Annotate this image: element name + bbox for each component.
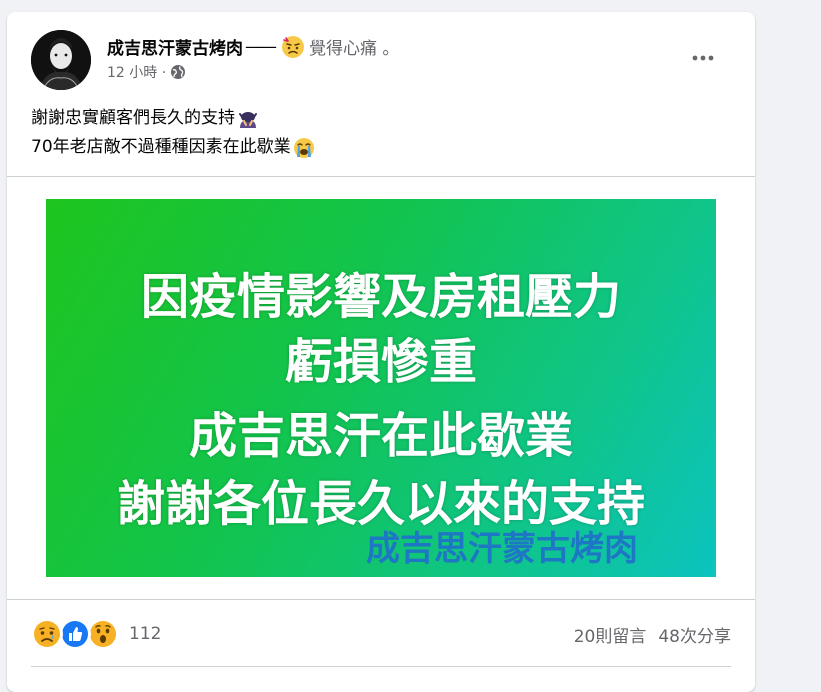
post-image[interactable]: 因疫情影響及房租壓力 虧損慘重 成吉思汗在此歇業 謝謝各位長久以來的支持 成吉思… [46,199,716,577]
divider [7,599,755,600]
hurt-emoji-icon [282,35,304,58]
post-text-line: 謝謝忠實顧客們長久的支持 [31,104,315,133]
post-card: 成吉思汗蒙古烤肉 —— 覺得心痛 。 12 小時 · 謝謝忠實顧客們長久的支持 … [7,12,755,692]
author-name[interactable]: 成吉思汗蒙古烤肉 [107,34,243,59]
post-text-2: 70年老店敵不過種種因素在此歇業 [31,137,291,157]
shares-count-link[interactable]: 48次分享 [658,622,731,647]
post-header: 成吉思汗蒙古烤肉 —— 覺得心痛 。 [107,34,399,59]
avatar-portrait-icon [31,30,91,90]
sad-reaction-icon [31,618,63,650]
post-text-1: 謝謝忠實顧客們長久的支持 [31,108,235,128]
bowing-person-emoji-icon [239,111,257,128]
image-text-line-2: 虧損慘重 [284,334,477,390]
image-signature: 成吉思汗蒙古烤肉 [366,529,638,569]
divider [31,666,731,667]
comments-count-link[interactable]: 20則留言 [574,622,647,647]
post-text-line: 70年老店敵不過種種因素在此歇業 [31,133,315,162]
globe-icon[interactable] [170,64,186,80]
post-meta: 12 小時 · [107,62,186,82]
reaction-count: 112 [129,624,162,644]
feeling-separator: —— [245,36,277,57]
feeling-text: 覺得心痛 。 [309,39,400,59]
more-dots-icon [692,55,714,61]
wow-reaction-icon [87,618,119,650]
like-reaction-icon [59,618,91,650]
author-avatar[interactable] [31,30,91,90]
crying-face-emoji-icon [293,137,314,158]
post-body: 謝謝忠實顧客們長久的支持 70年老店敵不過種種因素在此歇業 [31,104,315,162]
more-options-button[interactable] [683,40,723,76]
reaction-summary[interactable]: 112 [31,618,161,650]
divider [7,176,755,177]
post-stats: 20則留言 48次分享 [574,622,731,647]
image-text-line-3: 成吉思汗在此歇業 [188,408,573,464]
image-text-line-1: 因疫情影響及房租壓力 [140,269,621,325]
post-timestamp[interactable]: 12 小時 · [107,62,166,82]
